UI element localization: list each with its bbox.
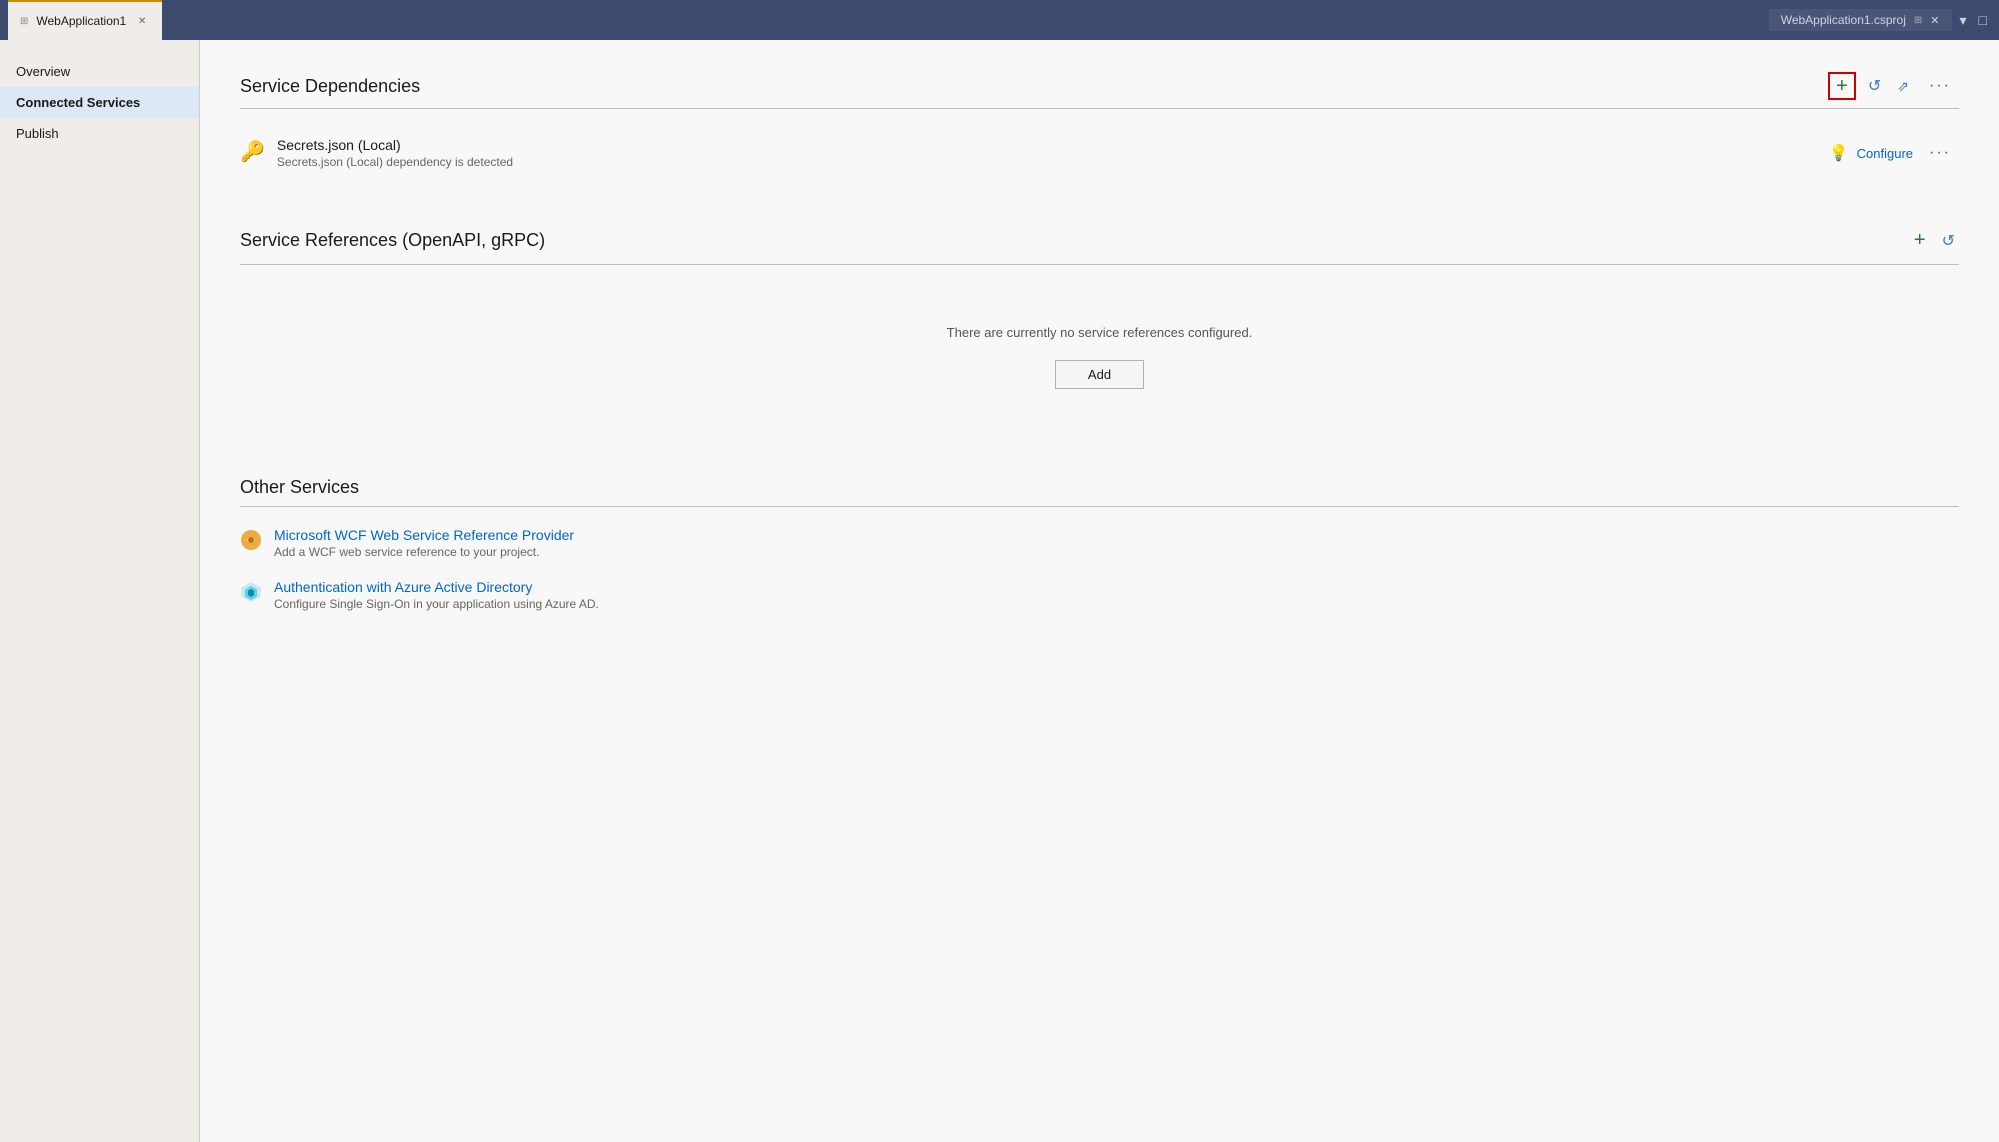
add-service-reference-icon: + — [1914, 229, 1926, 252]
refresh-service-references-icon: ↺ — [1942, 231, 1955, 251]
add-service-reference-button[interactable]: + — [1910, 225, 1930, 256]
sidebar-item-publish-label: Publish — [16, 126, 59, 141]
service-dependencies-actions: + ↺ ⇗ ··· — [1828, 72, 1959, 100]
other-services-section: Other Services Microsoft WCF Web Service… — [240, 477, 1959, 611]
service-references-section: Service References (OpenAPI, gRPC) + ↺ T… — [240, 225, 1959, 429]
other-service-item-azure-ad: Authentication with Azure Active Directo… — [240, 579, 1959, 611]
configure-link[interactable]: Configure — [1857, 146, 1913, 161]
add-service-dependency-button[interactable]: + — [1828, 72, 1856, 100]
sidebar-item-publish[interactable]: Publish — [0, 118, 199, 149]
other-services-divider — [240, 506, 1959, 507]
title-bar-project: WebApplication1.csproj ⊞ ✕ — [1769, 9, 1952, 31]
title-bar: ⊞ WebApplication1 ✕ WebApplication1.cspr… — [0, 0, 1999, 40]
service-dependencies-divider — [240, 108, 1959, 109]
dependency-item-secrets: 🔑 Secrets.json (Local) Secrets.json (Loc… — [240, 129, 1959, 177]
secrets-json-icon: 🔑 — [240, 139, 265, 164]
service-references-empty-text: There are currently no service reference… — [240, 325, 1959, 340]
other-service-wcf-name[interactable]: Microsoft WCF Web Service Reference Prov… — [274, 527, 574, 543]
service-dependencies-title: Service Dependencies — [240, 76, 420, 97]
project-close-icon[interactable]: ✕ — [1930, 14, 1939, 27]
dependency-item-info: Secrets.json (Local) Secrets.json (Local… — [277, 137, 513, 169]
link-icon: ⇗ — [1897, 78, 1909, 95]
title-bar-right: WebApplication1.csproj ⊞ ✕ ▾ □ — [1769, 9, 1999, 31]
service-references-divider — [240, 264, 1959, 265]
refresh-service-references-button[interactable]: ↺ — [1938, 227, 1959, 255]
other-services-header: Other Services — [240, 477, 1959, 498]
project-label: WebApplication1.csproj — [1781, 13, 1906, 27]
sidebar-item-overview-label: Overview — [16, 64, 70, 79]
refresh-service-dependencies-button[interactable]: ↺ — [1864, 72, 1885, 100]
service-dependencies-header: Service Dependencies + ↺ ⇗ ··· — [240, 72, 1959, 100]
other-services-title: Other Services — [240, 477, 359, 498]
tab-close-icon[interactable]: ✕ — [134, 13, 150, 29]
service-references-header: Service References (OpenAPI, gRPC) + ↺ — [240, 225, 1959, 256]
other-service-azure-ad-name[interactable]: Authentication with Azure Active Directo… — [274, 579, 599, 595]
configure-bulb-icon: 💡 — [1829, 143, 1849, 163]
tab-webapplication1[interactable]: ⊞ WebApplication1 ✕ — [8, 0, 162, 40]
other-service-wcf-desc: Add a WCF web service reference to your … — [274, 545, 574, 559]
titlebar-collapse-btn[interactable]: ▾ — [1956, 10, 1971, 31]
dependency-item-desc: Secrets.json (Local) dependency is detec… — [277, 155, 513, 169]
service-references-title: Service References (OpenAPI, gRPC) — [240, 230, 545, 251]
tab-pin-icon: ⊞ — [20, 16, 28, 27]
link-service-dependencies-button[interactable]: ⇗ — [1893, 74, 1913, 99]
other-service-azure-ad-desc: Configure Single Sign-On in your applica… — [274, 597, 599, 611]
sidebar: Overview Connected Services Publish — [0, 40, 200, 1142]
other-service-item-wcf: Microsoft WCF Web Service Reference Prov… — [240, 527, 1959, 559]
sidebar-item-connected-services[interactable]: Connected Services — [0, 87, 199, 118]
titlebar-maximize-btn[interactable]: □ — [1975, 10, 1991, 30]
dependency-item-name: Secrets.json (Local) — [277, 137, 513, 153]
azure-ad-icon — [240, 581, 262, 603]
other-service-wcf-info: Microsoft WCF Web Service Reference Prov… — [274, 527, 574, 559]
service-references-actions: + ↺ — [1910, 225, 1959, 256]
service-dependencies-section: Service Dependencies + ↺ ⇗ ··· — [240, 72, 1959, 177]
project-pin-icon: ⊞ — [1914, 15, 1922, 26]
sidebar-item-overview[interactable]: Overview — [0, 56, 199, 87]
content-area: Service Dependencies + ↺ ⇗ ··· — [200, 40, 1999, 1142]
service-references-empty-state: There are currently no service reference… — [240, 285, 1959, 429]
more-dependency-icon: ··· — [1929, 144, 1951, 161]
more-icon: ··· — [1929, 77, 1951, 94]
wcf-icon — [240, 529, 262, 551]
dependency-item-left: 🔑 Secrets.json (Local) Secrets.json (Loc… — [240, 137, 513, 169]
title-bar-left: ⊞ WebApplication1 ✕ — [8, 0, 162, 40]
dependency-item-right: 💡 Configure ··· — [1829, 140, 1959, 166]
sidebar-item-connected-services-label: Connected Services — [16, 95, 140, 110]
refresh-icon: ↺ — [1868, 76, 1881, 96]
main-container: Overview Connected Services Publish Serv… — [0, 40, 1999, 1142]
more-service-dependencies-button[interactable]: ··· — [1921, 73, 1959, 99]
add-service-reference-empty-button[interactable]: Add — [1055, 360, 1144, 389]
more-dependency-button[interactable]: ··· — [1921, 140, 1959, 166]
tab-label: WebApplication1 — [36, 14, 126, 28]
other-service-azure-ad-info: Authentication with Azure Active Directo… — [274, 579, 599, 611]
